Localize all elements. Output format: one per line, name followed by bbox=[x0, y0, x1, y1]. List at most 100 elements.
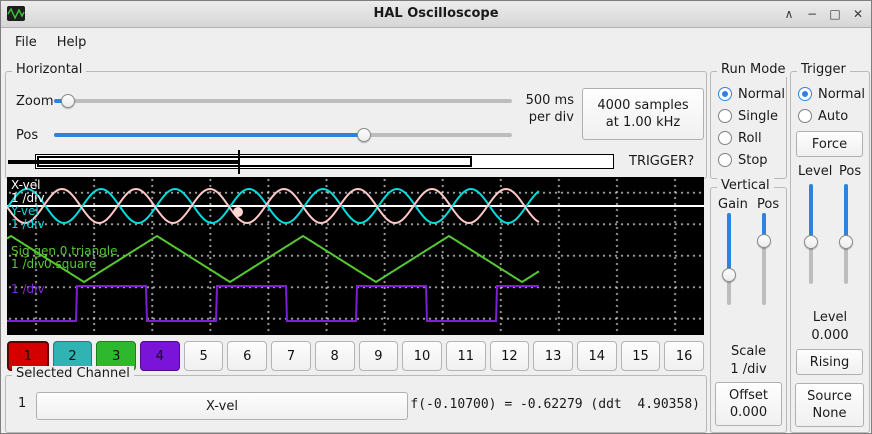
channel-label: 1 /div bbox=[11, 258, 45, 271]
trigger-group-label: Trigger bbox=[797, 62, 850, 77]
gain-slider[interactable] bbox=[721, 213, 737, 305]
offset-button[interactable]: Offset 0.000 bbox=[715, 382, 782, 426]
timeline-data-bar bbox=[8, 160, 239, 164]
zoom-slider-track[interactable] bbox=[54, 99, 512, 103]
trigger-level-slider[interactable] bbox=[803, 184, 819, 284]
trigger-level-header: Level bbox=[798, 164, 832, 179]
menu-help[interactable]: Help bbox=[47, 31, 97, 54]
vertical-pos-header: Pos bbox=[757, 197, 779, 212]
radio-label: Auto bbox=[818, 109, 848, 124]
slope-button[interactable]: Rising bbox=[796, 349, 863, 375]
zoom-slider-handle[interactable] bbox=[61, 94, 75, 108]
run-mode-group: Run Mode NormalSingleRollStop bbox=[710, 71, 787, 179]
per-div-readout: 500 ms per div bbox=[514, 92, 574, 126]
source-caption: Source bbox=[807, 388, 852, 405]
channel-label: 0.square bbox=[44, 258, 96, 271]
timeline-overview[interactable] bbox=[8, 150, 630, 174]
radio-circle[interactable] bbox=[718, 153, 732, 167]
shade-icon[interactable]: ∧ bbox=[782, 7, 796, 21]
force-button[interactable]: Force bbox=[796, 131, 863, 157]
trigger-group: Trigger NormalAuto Force Level Pos Level… bbox=[790, 71, 870, 433]
trigger-pos-header: Pos bbox=[839, 164, 861, 179]
channel-button-15[interactable]: 15 bbox=[621, 341, 661, 371]
channel-button-10[interactable]: 10 bbox=[402, 341, 442, 371]
selected-channel-group-label: Selected Channel bbox=[12, 366, 134, 381]
selected-channel-number: 1 bbox=[18, 396, 26, 411]
channel-button-6[interactable]: 6 bbox=[227, 341, 267, 371]
run-mode-group-label: Run Mode bbox=[717, 62, 789, 77]
trigger-level-caption: Level bbox=[791, 310, 869, 325]
radio-circle[interactable] bbox=[718, 109, 732, 123]
sample-marker bbox=[233, 207, 243, 217]
channel-button-9[interactable]: 9 bbox=[359, 341, 399, 371]
channel-button-8[interactable]: 8 bbox=[315, 341, 355, 371]
radio-roll[interactable]: Roll bbox=[718, 127, 785, 149]
window-title: HAL Oscilloscope bbox=[1, 6, 871, 21]
scope-display: X-vel1 /divY-vel1 /divSig gen 0.triangle… bbox=[7, 177, 704, 335]
channel-button-14[interactable]: 14 bbox=[577, 341, 617, 371]
scale-value: 1 /div bbox=[711, 362, 786, 377]
vertical-pos-slider[interactable] bbox=[756, 213, 772, 305]
radio-label: Normal bbox=[738, 87, 785, 102]
trigger-pos-slider[interactable] bbox=[838, 184, 854, 284]
samples-line2: at 1.00 kHz bbox=[606, 114, 680, 131]
trigger-level-value: 0.000 bbox=[791, 328, 869, 343]
menubar: File Help bbox=[1, 27, 871, 57]
radio-label: Roll bbox=[738, 131, 762, 146]
horizontal-group-label: Horizontal bbox=[12, 62, 86, 77]
vertical-pos-slider-handle[interactable] bbox=[757, 234, 771, 248]
trigger-pos-slider-handle[interactable] bbox=[839, 235, 853, 249]
close-icon[interactable]: ✕ bbox=[851, 7, 865, 21]
gain-slider-fill bbox=[727, 213, 731, 275]
pos-slider[interactable] bbox=[54, 127, 512, 143]
channel-button-11[interactable]: 11 bbox=[446, 341, 486, 371]
channel-button-4[interactable]: 4 bbox=[140, 341, 180, 371]
pos-slider-handle[interactable] bbox=[357, 128, 371, 142]
trigger-pos-slider-fill bbox=[844, 184, 848, 242]
pos-slider-fill bbox=[54, 133, 364, 137]
channel-button-13[interactable]: 13 bbox=[533, 341, 573, 371]
radio-circle[interactable] bbox=[718, 87, 732, 101]
gain-header: Gain bbox=[718, 197, 748, 212]
channel-readout: f(-0.10700) = -0.62279 (ddt 4.90358) bbox=[410, 397, 700, 412]
radio-stop[interactable]: Stop bbox=[718, 149, 785, 171]
samples-line1: 4000 samples bbox=[597, 97, 688, 114]
zoom-label: Zoom bbox=[16, 94, 53, 109]
radio-circle[interactable] bbox=[718, 131, 732, 145]
channel-button-5[interactable]: 5 bbox=[184, 341, 224, 371]
trigger-level-slider-handle[interactable] bbox=[804, 235, 818, 249]
offset-value: 0.000 bbox=[730, 404, 767, 421]
square-wave bbox=[7, 286, 539, 321]
samples-button[interactable]: 4000 samples at 1.00 kHz bbox=[582, 88, 704, 140]
trigger-question-label: TRIGGER? bbox=[629, 154, 694, 169]
minimize-icon[interactable]: − bbox=[805, 7, 819, 21]
channel-name-button[interactable]: X-vel bbox=[36, 392, 408, 420]
radio-single[interactable]: Single bbox=[718, 105, 785, 127]
channel-button-16[interactable]: 16 bbox=[664, 341, 704, 371]
radio-normal[interactable]: Normal bbox=[798, 83, 865, 105]
radio-circle[interactable] bbox=[798, 87, 812, 101]
channel-label: 1 /div bbox=[11, 283, 45, 296]
maximize-icon[interactable]: □ bbox=[828, 7, 842, 21]
radio-circle[interactable] bbox=[798, 109, 812, 123]
radio-label: Normal bbox=[818, 87, 865, 102]
trigger-level-slider-fill bbox=[809, 184, 813, 242]
source-button[interactable]: Source None bbox=[795, 383, 864, 427]
per-div-unit: per div bbox=[514, 109, 574, 126]
trigger-options: Normal Auto bbox=[798, 83, 865, 127]
menu-file[interactable]: File bbox=[5, 31, 47, 54]
run-mode-options: Normal Single Roll Stop bbox=[718, 83, 785, 171]
channel-button-12[interactable]: 12 bbox=[490, 341, 530, 371]
timeline-trigger-marker[interactable] bbox=[238, 150, 240, 174]
selected-channel-group: Selected Channel 1 X-vel f(-0.10700) = -… bbox=[5, 375, 707, 433]
channel-button-7[interactable]: 7 bbox=[271, 341, 311, 371]
radio-label: Single bbox=[738, 109, 778, 124]
gain-slider-handle[interactable] bbox=[722, 268, 736, 282]
radio-label: Stop bbox=[738, 153, 768, 168]
zoom-slider[interactable] bbox=[54, 93, 512, 109]
titlebar[interactable]: HAL Oscilloscope ∧−□ ✕ bbox=[1, 1, 871, 28]
horizontal-group: Horizontal Zoom 500 ms per div 4000 samp… bbox=[5, 71, 707, 179]
radio-normal[interactable]: Normal bbox=[718, 83, 785, 105]
radio-auto[interactable]: Auto bbox=[798, 105, 865, 127]
offset-caption: Offset bbox=[729, 387, 768, 404]
